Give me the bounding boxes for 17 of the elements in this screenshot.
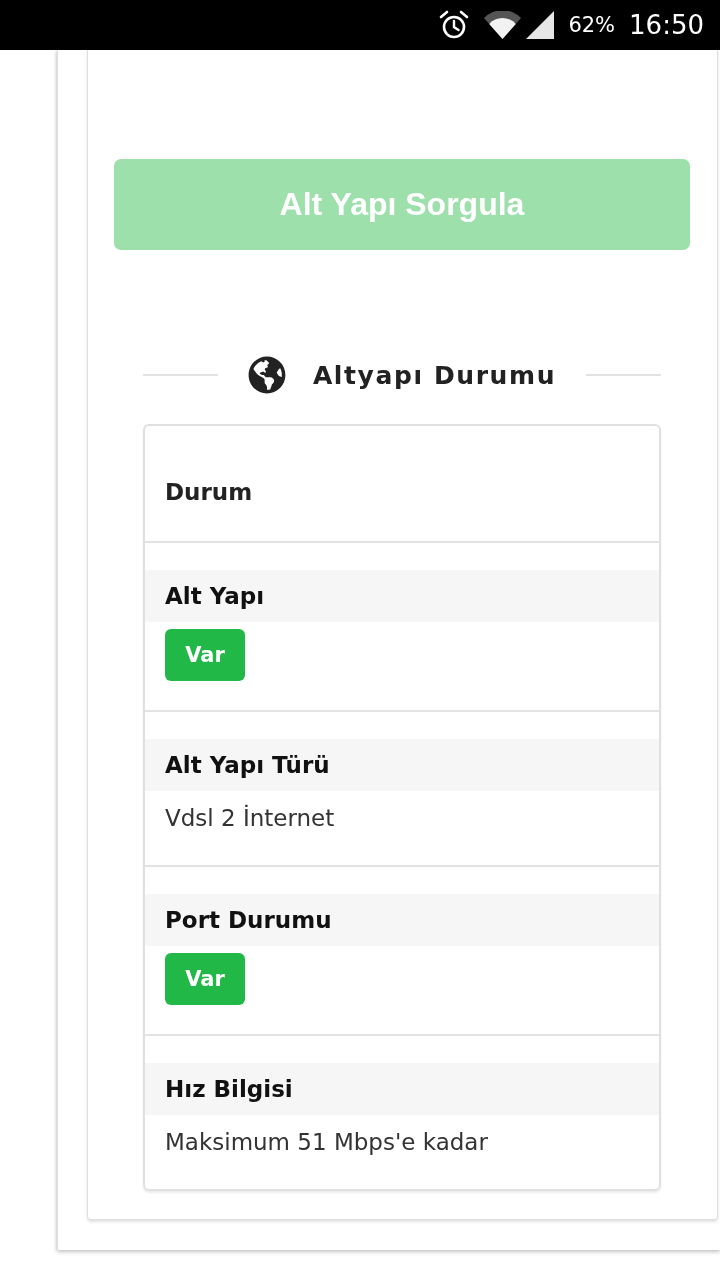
- table-header: Durum: [145, 426, 659, 543]
- row-label: Port Durumu: [145, 894, 659, 946]
- query-button[interactable]: Alt Yapı Sorgula: [114, 159, 690, 250]
- row-label: Alt Yapı: [145, 570, 659, 622]
- value-text: Vdsl 2 İnternet: [165, 803, 336, 833]
- globe-icon: [247, 356, 286, 394]
- alarm-clock-icon: [439, 10, 470, 40]
- status-badge: Var: [165, 953, 245, 1005]
- value-text: Maksimum 51 Mbps'e kadar: [165, 1128, 489, 1157]
- clock-time: 16:50: [629, 10, 704, 40]
- row-label: Alt Yapı Türü: [145, 739, 659, 791]
- row-label: Hız Bilgisi: [145, 1063, 659, 1115]
- section-title: Altyapı Durumu: [312, 360, 557, 390]
- signal-icon: [526, 11, 555, 39]
- battery-percent: 62%: [568, 13, 616, 37]
- status-badge: Var: [165, 629, 245, 681]
- wifi-icon: [484, 11, 522, 39]
